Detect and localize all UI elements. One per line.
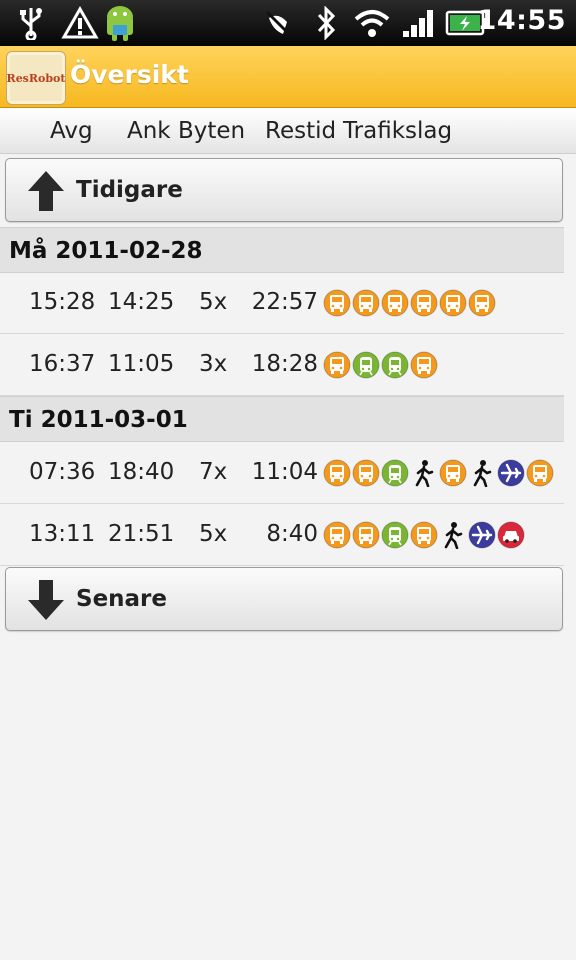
trip-row[interactable]: 13:11 21:51 5x 8:40 [0,505,564,566]
date-label: Må 2011-02-28 [9,238,203,264]
trip-duration: 18:28 [251,351,318,377]
tram-icon [381,459,409,487]
bus-icon [526,459,554,487]
trip-arrival: 11:05 [108,351,175,377]
column-duration[interactable]: Restid [265,118,336,144]
column-departure[interactable]: Avg [50,118,93,144]
trip-modes [323,288,496,318]
page-title: Översikt [70,60,189,89]
wifi-icon [350,4,394,42]
earlier-button[interactable]: Tidigare [5,158,563,222]
walk-icon [468,459,496,487]
column-arrival[interactable]: Ank [127,118,171,144]
later-button-label: Senare [76,586,168,612]
walk-icon [410,459,438,487]
bluetooth-icon [312,4,340,42]
mute-icon [262,4,294,42]
trip-row[interactable]: 15:28 14:25 5x 22:57 [0,273,564,334]
warning-icon [60,4,100,42]
trip-departure: 16:37 [29,351,96,377]
trip-modes [323,350,438,380]
title-bar: ResRobot Översikt [0,46,576,108]
taxi-icon [497,521,525,549]
trip-changes: 5x [199,289,228,315]
trip-modes [323,520,525,550]
walk-icon [439,521,467,549]
trip-duration: 11:04 [251,459,318,485]
bus-icon [323,521,351,549]
tram-icon [381,521,409,549]
column-changes[interactable]: Byten [178,118,245,144]
bus-icon [352,289,380,317]
column-modes[interactable]: Trafikslag [343,118,452,144]
bus-icon [468,289,496,317]
bus-icon [410,289,438,317]
trip-arrival: 14:25 [108,289,175,315]
bus-icon [323,351,351,379]
bus-icon [410,521,438,549]
trip-duration: 22:57 [251,289,318,315]
date-header: Ti 2011-03-01 [0,396,564,442]
bus-icon [323,289,351,317]
trip-arrival: 18:40 [108,459,175,485]
bus-icon [352,521,380,549]
trip-duration: 8:40 [266,521,318,547]
trip-row[interactable]: 16:37 11:05 3x 18:28 [0,335,564,396]
trip-changes: 3x [199,351,228,377]
status-time: 14:55 [477,5,566,36]
flight-icon [497,459,525,487]
trip-arrival: 21:51 [108,521,175,547]
date-header: Må 2011-02-28 [0,227,564,273]
trip-row[interactable]: 07:36 18:40 7x 11:04 [0,443,564,504]
trip-changes: 5x [199,521,228,547]
bus-icon [323,459,351,487]
earlier-button-label: Tidigare [76,177,183,203]
trip-departure: 07:36 [29,459,96,485]
app-logo-text: ResRobot [6,71,66,85]
usb-icon [14,4,48,42]
arrow-down-icon [28,580,64,620]
flight-icon [468,521,496,549]
trip-modes [323,458,554,488]
bus-icon [352,459,380,487]
tram-icon [352,351,380,379]
app-logo: ResRobot [6,51,66,105]
status-bar: 14:55 [0,0,576,46]
date-label: Ti 2011-03-01 [9,407,188,433]
tram-icon [381,351,409,379]
bus-icon [381,289,409,317]
signal-icon [400,4,438,42]
trip-departure: 13:11 [29,521,96,547]
column-header: Avg Ank Byten Restid Trafikslag [0,108,576,154]
trip-departure: 15:28 [29,289,96,315]
later-button[interactable]: Senare [5,567,563,631]
trip-changes: 7x [199,459,228,485]
bus-icon [439,459,467,487]
android-icon [100,4,140,42]
bus-icon [439,289,467,317]
arrow-up-icon [28,171,64,211]
bus-icon [410,351,438,379]
